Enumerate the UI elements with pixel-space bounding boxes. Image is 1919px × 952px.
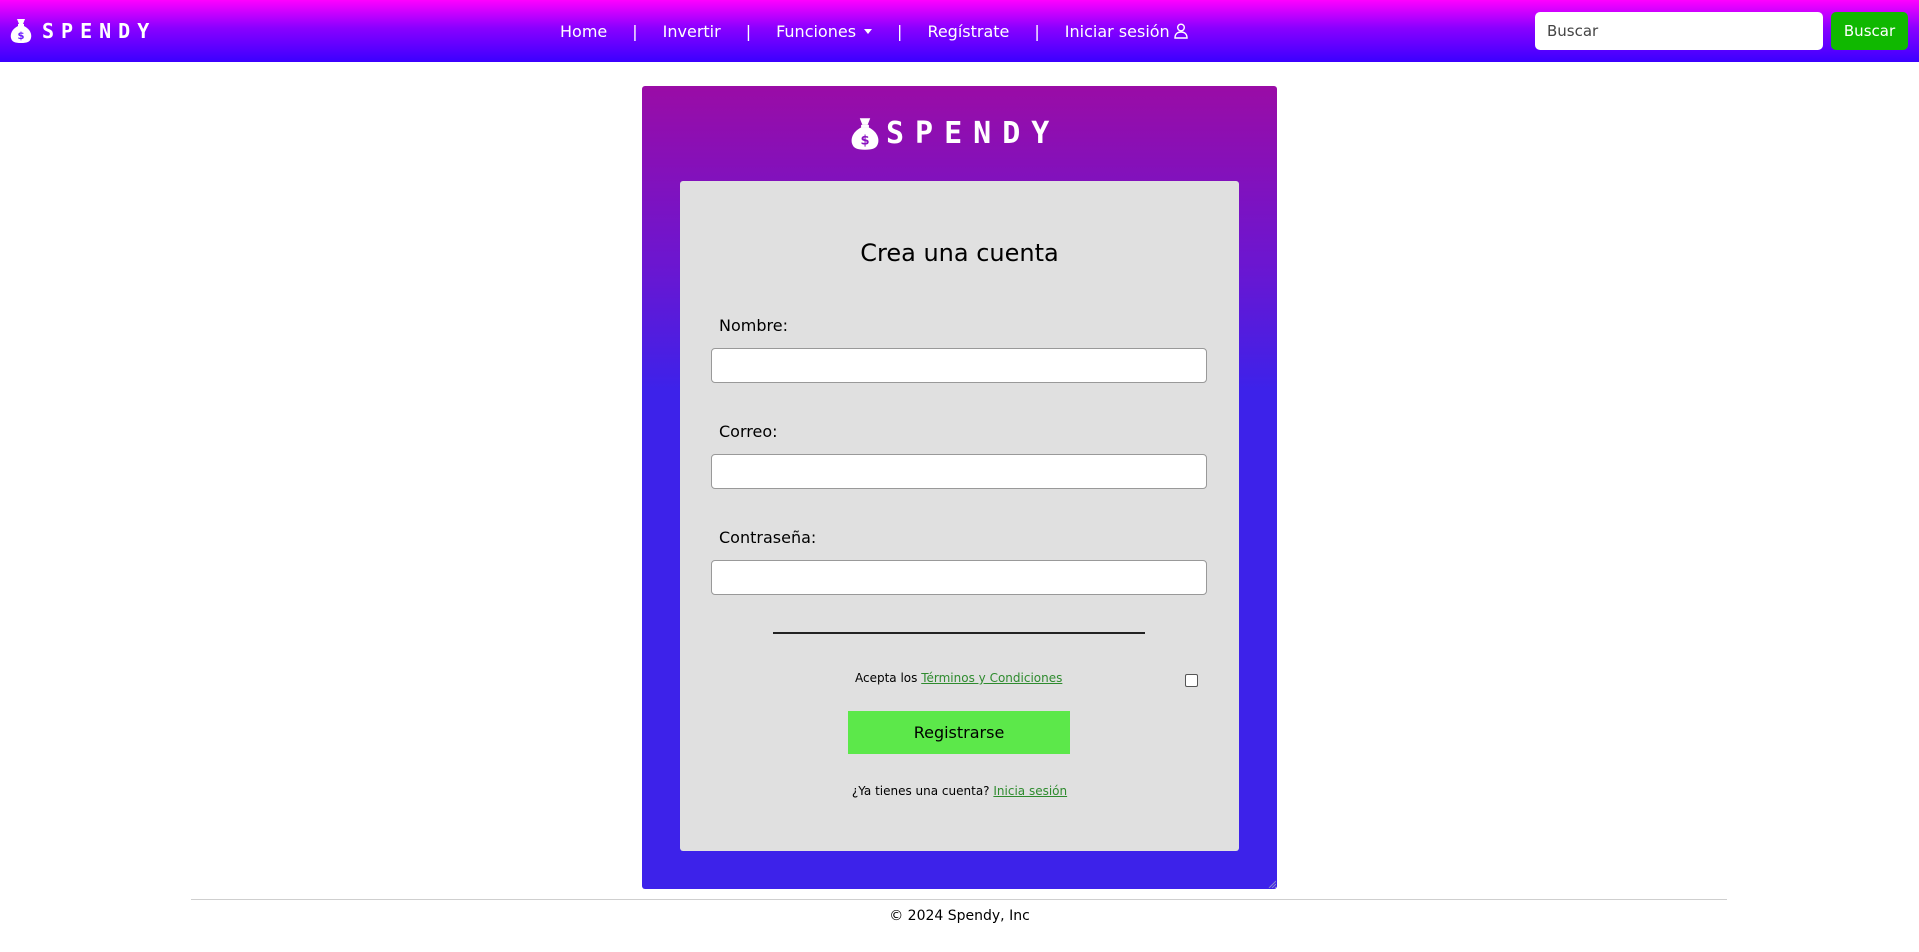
money-bag-icon: $ bbox=[851, 117, 879, 150]
nav-link-iniciar-sesion[interactable]: Iniciar sesión bbox=[1050, 22, 1203, 41]
nav-separator: | bbox=[897, 21, 903, 41]
register-button[interactable]: Registrarse bbox=[848, 711, 1070, 754]
form-title: Crea una cuenta bbox=[860, 239, 1059, 267]
brand-logo[interactable]: $ SPENDY bbox=[10, 17, 156, 45]
footer-copyright: © 2024 Spendy, Inc bbox=[889, 908, 1030, 924]
password-field[interactable] bbox=[711, 560, 1207, 595]
terms-checkbox[interactable] bbox=[1185, 674, 1198, 687]
chevron-down-icon bbox=[864, 28, 873, 34]
terms-prefix: Acepta los bbox=[855, 671, 922, 685]
nav-link-iniciar-sesion-label: Iniciar sesión bbox=[1064, 21, 1170, 41]
nav-separator: | bbox=[745, 21, 752, 41]
name-label: Nombre: bbox=[719, 316, 788, 335]
terms-link[interactable]: Términos y Condiciones bbox=[921, 671, 1062, 685]
nav-link-funciones-label: Funciones bbox=[776, 21, 857, 41]
nav-link-home[interactable]: Home bbox=[545, 22, 622, 41]
login-link[interactable]: Inicia sesión bbox=[993, 784, 1067, 798]
panel-brand-logo: $ SPENDY bbox=[850, 116, 1060, 151]
name-field[interactable] bbox=[711, 348, 1207, 383]
nav-links: Home | Invertir | Funciones | Regístrate… bbox=[545, 0, 1203, 62]
password-label: Contraseña: bbox=[719, 528, 817, 547]
resize-handle-icon[interactable] bbox=[1268, 880, 1276, 888]
register-panel: $ SPENDY Crea una cuenta Nombre: Correo:… bbox=[642, 86, 1277, 889]
nav-separator: | bbox=[1034, 21, 1040, 41]
user-icon bbox=[1173, 23, 1188, 39]
nav-dropdown-funciones[interactable]: Funciones bbox=[761, 22, 887, 41]
brand-name: SPENDY bbox=[42, 19, 157, 43]
money-bag-icon: $ bbox=[10, 19, 32, 43]
terms-text: Acepta los Términos y Condiciones bbox=[855, 671, 1062, 685]
login-prompt-row: ¿Ya tienes una cuenta? Inicia sesión bbox=[680, 784, 1239, 798]
email-field[interactable] bbox=[711, 454, 1207, 489]
svg-text:$: $ bbox=[18, 31, 25, 42]
register-form: Crea una cuenta Nombre: Correo: Contrase… bbox=[680, 181, 1239, 851]
search-input[interactable] bbox=[1535, 12, 1823, 50]
email-label: Correo: bbox=[719, 422, 778, 441]
navbar: $ SPENDY Home | Invertir | Funciones | R… bbox=[0, 0, 1919, 62]
nav-link-registrate[interactable]: Regístrate bbox=[912, 22, 1024, 41]
divider bbox=[773, 632, 1145, 634]
panel-brand-name: SPENDY bbox=[886, 116, 1061, 151]
search-button[interactable]: Buscar bbox=[1831, 12, 1908, 50]
svg-text:$: $ bbox=[860, 133, 869, 148]
footer-divider bbox=[191, 899, 1727, 900]
login-prompt: ¿Ya tienes una cuenta? bbox=[851, 784, 994, 798]
nav-separator: | bbox=[632, 21, 638, 41]
nav-link-invertir[interactable]: Invertir bbox=[648, 22, 736, 41]
